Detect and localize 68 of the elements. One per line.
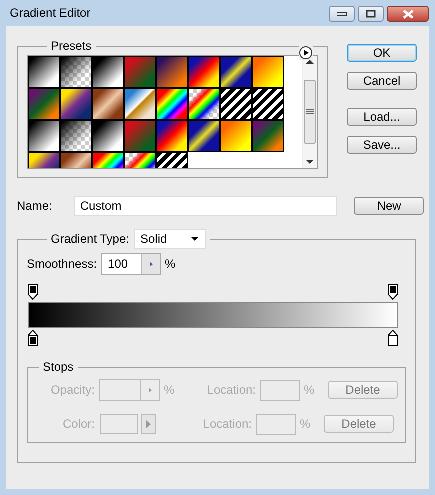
gradient-bar[interactable] [28, 302, 398, 328]
opacity-stop-icon[interactable] [388, 284, 398, 300]
gradient-swatch[interactable] [189, 57, 219, 87]
gradient-type-label: Gradient Type: [51, 232, 130, 246]
unit-label: % [299, 417, 312, 431]
gradient-swatch[interactable] [125, 89, 155, 119]
gradient-swatch[interactable] [189, 89, 219, 119]
gradient-swatch[interactable] [125, 57, 155, 87]
dialog-button[interactable]: OK [347, 44, 417, 62]
arrow-icon [146, 420, 151, 428]
location-label: Location: [202, 417, 253, 431]
gradient-swatch[interactable] [253, 57, 283, 87]
minimize-icon [337, 12, 347, 16]
dialog-button[interactable]: Save... [347, 136, 417, 154]
gradient-swatch[interactable] [61, 89, 91, 119]
smoothness-field[interactable]: 100 [101, 253, 162, 275]
name-field[interactable]: Custom [74, 196, 338, 216]
color-menu-button[interactable] [141, 414, 156, 434]
scroll-thumb[interactable] [304, 80, 316, 144]
color-stop-icon[interactable] [28, 330, 38, 346]
gradient-swatch[interactable] [125, 121, 155, 151]
gradient-swatch[interactable] [157, 57, 187, 87]
close-button[interactable] [387, 6, 429, 22]
gradient-swatch[interactable] [29, 57, 59, 87]
arrow-icon [148, 388, 152, 392]
gradient-swatch[interactable] [221, 57, 251, 87]
gradient-type-dropdown[interactable]: Solid [134, 229, 206, 249]
location-label: Location: [206, 383, 257, 397]
gradient-swatch[interactable] [189, 121, 219, 151]
menu-arrow-icon[interactable] [299, 46, 313, 60]
unit-label: % [303, 383, 316, 397]
close-icon [402, 10, 414, 18]
opacity-stop-icon[interactable] [28, 284, 38, 300]
gradient-swatch[interactable] [29, 121, 59, 151]
gradient-swatch[interactable] [253, 89, 283, 119]
unit-label: % [163, 383, 176, 397]
gradient-swatch[interactable] [253, 121, 283, 151]
new-button[interactable]: New [354, 196, 424, 214]
color-swatch[interactable] [100, 414, 138, 434]
window-title: Gradient Editor [10, 6, 91, 20]
stop-label: Opacity: [50, 383, 96, 397]
stop-label: Color: [62, 417, 96, 431]
scrollbar[interactable] [302, 56, 317, 168]
opacity-field[interactable] [99, 379, 160, 401]
group-title: Stops [43, 360, 74, 374]
gradient-swatch[interactable] [93, 89, 123, 119]
gradient-swatch[interactable] [93, 57, 123, 87]
smoothness-label: Smoothness: [27, 257, 98, 271]
caret-icon [190, 237, 198, 241]
unit-label: % [165, 257, 176, 271]
arrow-icon [150, 262, 153, 266]
gradient-swatch[interactable] [61, 57, 91, 87]
gradient-swatch[interactable] [29, 89, 59, 119]
gradient-swatch[interactable] [61, 121, 91, 151]
name-label: Name: [17, 198, 52, 212]
group-title: Presets [51, 39, 92, 53]
minimize-button[interactable] [329, 6, 355, 22]
gradient-swatch[interactable] [93, 121, 123, 151]
color-stop-icon[interactable] [388, 330, 398, 346]
dialog-button[interactable]: Load... [347, 108, 417, 126]
gradient-swatch[interactable] [157, 121, 187, 151]
scroll-down-icon[interactable] [306, 160, 314, 165]
maximize-icon [366, 10, 376, 18]
gradient-swatch[interactable] [221, 121, 251, 151]
maximize-button[interactable] [358, 6, 384, 22]
dialog-button[interactable]: Cancel [347, 72, 417, 90]
gradient-swatch[interactable] [221, 89, 251, 119]
gradient-swatch[interactable] [157, 89, 187, 119]
